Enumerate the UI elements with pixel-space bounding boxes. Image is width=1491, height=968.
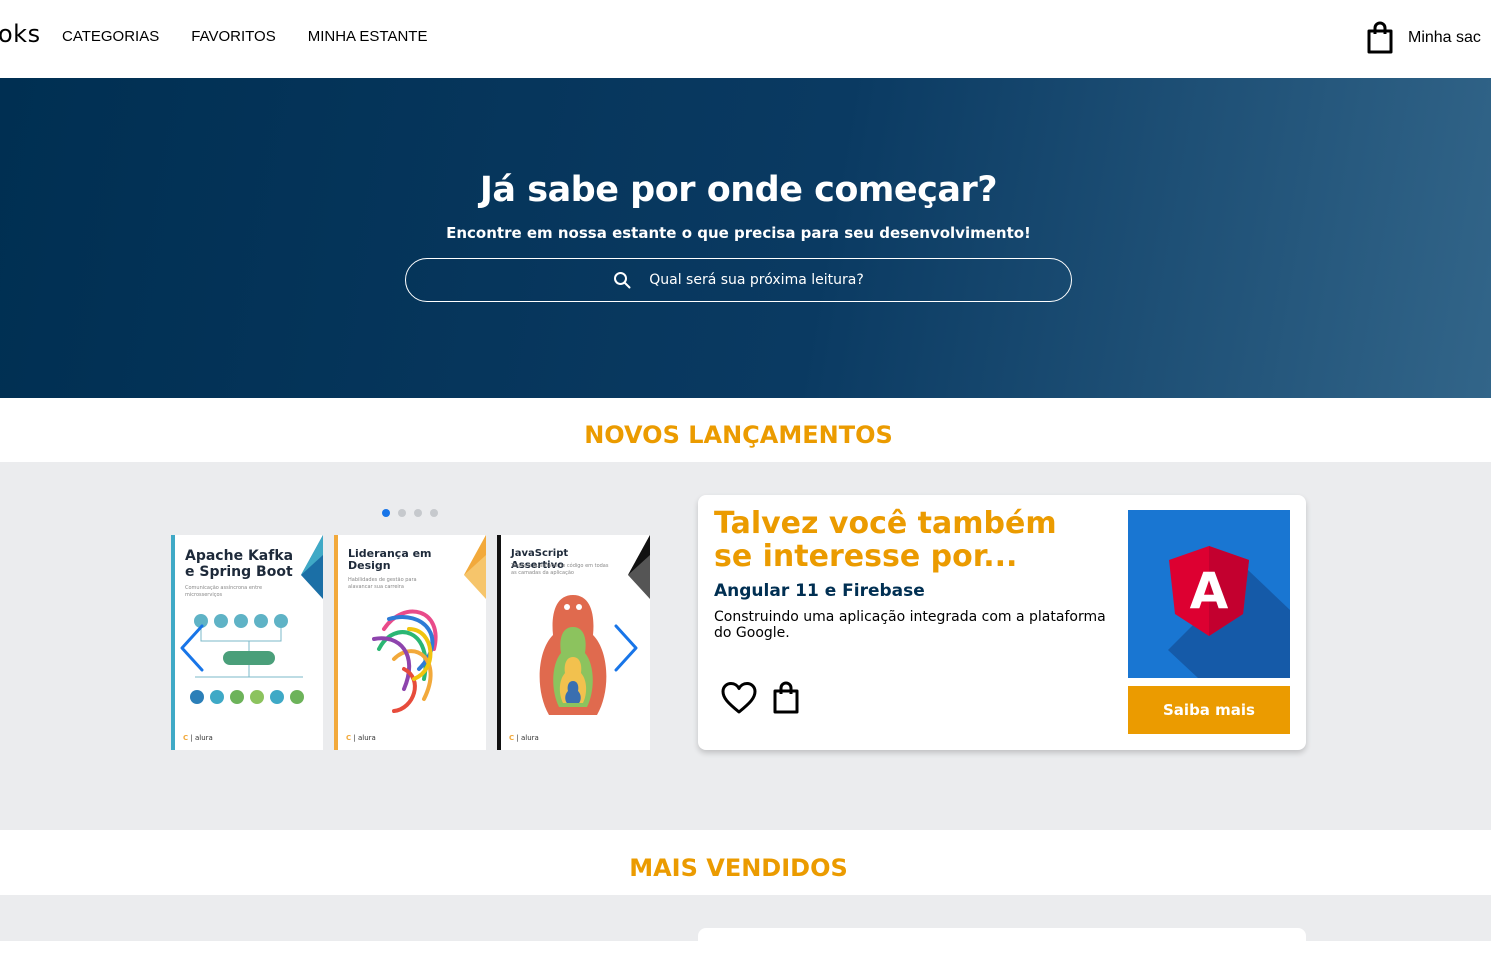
book-subtitle: Comunicação assíncrona entre microsservi… [185,585,263,598]
book-title: Apache Kafka e Spring Boot [185,548,294,580]
book-card[interactable]: Liderança em Design Habilidades de gestã… [334,535,486,750]
suggestion-cover[interactable]: A [1128,510,1290,678]
hero-title: Já sabe por onde começar? [479,170,998,210]
search-input[interactable]: Qual será sua próxima leitura? [405,258,1072,302]
book-spine [171,535,175,750]
suggestion-description: Construindo uma aplicação integrada com … [714,609,1106,641]
book-spine [497,535,501,750]
book-tab [458,535,486,599]
bag-icon[interactable] [772,681,800,715]
angular-logo: A [1168,546,1290,678]
suggestion-heading: Talvez você também se interesse por... [714,506,1057,574]
nav-favoritos[interactable]: FAVORITOS [191,28,275,45]
heart-icon[interactable] [720,681,758,715]
book-footer: C | alura [509,734,539,742]
book-subtitle: Testes e qualidade de código em todas as… [511,563,609,576]
nav-minha-estante[interactable]: MINHA ESTANTE [308,28,428,45]
svg-text:A: A [1190,562,1229,620]
chevron-left-icon[interactable] [178,624,206,672]
carousel-dot[interactable] [430,509,438,517]
book-title: Liderança em Design [348,547,432,572]
suggestion-book-title: Angular 11 e Firebase [714,581,925,601]
book-spine [334,535,338,750]
book-tab [295,535,323,599]
book-illustration [539,595,607,715]
carousel-dots [382,509,438,517]
book-footer: C | alura [346,734,376,742]
book-footer: C | alura [183,734,213,742]
learn-more-button[interactable]: Saiba mais [1128,686,1290,734]
search-icon [614,272,631,289]
site-header: oks CATEGORIAS FAVORITOS MINHA ESTANTE M… [0,0,1491,78]
hero-banner: Já sabe por onde começar? Encontre em no… [0,78,1491,398]
book-illustration [372,609,438,713]
section-title-new-releases: NOVOS LANÇAMENTOS [584,421,893,449]
book-tab [622,535,650,599]
bag-label: Minha sac [1408,29,1481,46]
chevron-right-icon[interactable] [612,624,640,672]
best-sellers-card [698,928,1306,968]
nav-categorias[interactable]: CATEGORIAS [62,28,159,45]
carousel-dot[interactable] [414,509,422,517]
hero-subtitle: Encontre em nossa estante o que precisa … [446,224,1031,242]
logo[interactable]: oks [0,20,41,48]
carousel-dot[interactable] [382,509,390,517]
section-title-best-sellers: MAIS VENDIDOS [629,854,848,882]
bag-button[interactable]: Minha sac [1366,21,1481,55]
book-subtitle: Habilidades de gestão para alavancar sua… [348,577,417,590]
main-nav: CATEGORIAS FAVORITOS MINHA ESTANTE [62,28,427,45]
suggestion-card: Talvez você também se interesse por... A… [698,495,1306,750]
bag-icon [1367,21,1393,54]
carousel-dot[interactable] [398,509,406,517]
search-placeholder: Qual será sua próxima leitura? [649,272,864,288]
suggestion-actions [720,681,800,715]
